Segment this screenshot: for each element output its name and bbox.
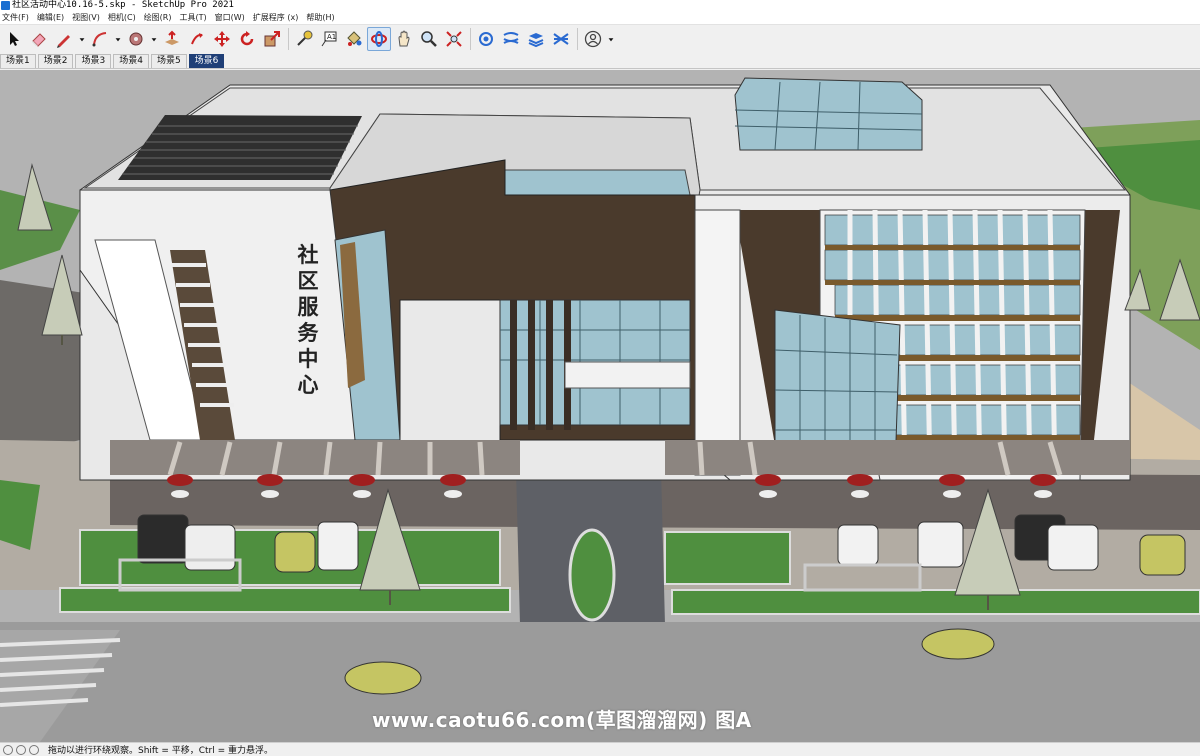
sign-char: 社: [297, 242, 319, 267]
text-icon: A1: [321, 31, 337, 47]
dropdown-arrow-icon: [115, 38, 121, 42]
menu-help[interactable]: 帮助(H): [304, 11, 340, 25]
orbit-tool-button[interactable]: [367, 27, 391, 51]
sign-char: 区: [297, 268, 319, 293]
shapes-icon: [129, 32, 143, 46]
status-icons: [3, 744, 42, 755]
watermark-text: www.caotu66.com(草图溜溜网) 图A: [372, 708, 752, 732]
menu-draw[interactable]: 绘图(R): [142, 11, 178, 25]
eraser-icon: [32, 33, 46, 47]
move-tool-button[interactable]: [210, 27, 234, 51]
toolbar-separator: [288, 28, 289, 50]
menu-tools[interactable]: 工具(T): [178, 11, 213, 25]
scene-tab-5[interactable]: 场景5: [150, 54, 187, 68]
main-toolbar: A1: [0, 25, 1200, 53]
zoom-extents-icon: [446, 31, 462, 47]
select-tool-button[interactable]: [2, 27, 26, 51]
menu-bar: 文件(F) 编辑(E) 视图(V) 相机(C) 绘图(R) 工具(T) 窗口(W…: [0, 11, 1200, 25]
toolbar-separator: [577, 28, 578, 50]
status-bar: 拖动以进行环绕观察。Shift = 平移，Ctrl = 重力悬浮。: [0, 742, 1200, 756]
arc-icon: [92, 32, 107, 47]
user-icon[interactable]: [29, 744, 39, 755]
scene-tab-6[interactable]: 场景6: [188, 54, 225, 68]
account-dropdown[interactable]: [606, 27, 616, 51]
push-pull-tool-button[interactable]: [160, 27, 184, 51]
extension-manager-button[interactable]: [549, 27, 573, 51]
building-model-render: [0, 70, 1200, 742]
scene-tabs: 场景1 场景2 场景3 场景4 场景5 场景6: [0, 53, 1200, 69]
scale-icon: [264, 31, 280, 47]
menu-file[interactable]: 文件(F): [0, 11, 35, 25]
move-icon: [214, 31, 230, 47]
select-arrow-icon: [10, 32, 19, 46]
menu-edit[interactable]: 编辑(E): [35, 11, 70, 25]
sketchup-window: 社区活动中心10.16-5.skp - SketchUp Pro 2021 文件…: [0, 0, 1200, 756]
sign-char: 心: [297, 372, 319, 397]
tape-measure-icon: [297, 30, 313, 46]
credits-icon[interactable]: [16, 744, 26, 755]
pan-icon: [398, 30, 410, 47]
account-button[interactable]: [581, 27, 605, 51]
warehouse-icon: [479, 32, 493, 46]
title-bar: 社区活动中心10.16-5.skp - SketchUp Pro 2021: [0, 0, 1200, 11]
toolbar-separator: [470, 28, 471, 50]
menu-window[interactable]: 窗口(W): [213, 11, 251, 25]
shapes-tool-button[interactable]: [124, 27, 148, 51]
scene-tab-4[interactable]: 场景4: [113, 54, 149, 68]
line-dropdown[interactable]: [77, 27, 87, 51]
menu-view[interactable]: 视图(V): [70, 11, 106, 25]
sign-char: 中: [297, 346, 319, 371]
sketchup-app-icon: [1, 1, 10, 10]
layout-button[interactable]: [524, 27, 548, 51]
pencil-line-icon: [57, 35, 70, 48]
extension-icon: [503, 32, 519, 44]
arc-dropdown[interactable]: [113, 27, 123, 51]
dropdown-arrow-icon: [608, 38, 614, 42]
window-title: 社区活动中心10.16-5.skp - SketchUp Pro 2021: [12, 0, 234, 10]
menu-camera[interactable]: 相机(C): [106, 11, 142, 25]
tape-measure-tool-button[interactable]: [292, 27, 316, 51]
layers-icon: [528, 33, 544, 48]
zoom-tool-button[interactable]: [417, 27, 441, 51]
shapes-dropdown[interactable]: [149, 27, 159, 51]
line-tool-button[interactable]: [52, 27, 76, 51]
dropdown-arrow-icon: [79, 38, 85, 42]
zoom-extents-tool-button[interactable]: [442, 27, 466, 51]
follow-me-tool-button[interactable]: [185, 27, 209, 51]
dropdown-arrow-icon: [151, 38, 157, 42]
extension-warehouse-button[interactable]: [499, 27, 523, 51]
zoom-icon: [421, 31, 437, 47]
move-icon: [191, 33, 203, 45]
scale-tool-button[interactable]: [260, 27, 284, 51]
status-hint: 拖动以进行环绕观察。Shift = 平移，Ctrl = 重力悬浮。: [48, 746, 273, 756]
sign-char: 服: [297, 294, 319, 319]
model-viewport[interactable]: 社 区 服 务 中 心 www.caotu66.com(草图溜溜网) 图A: [0, 70, 1200, 742]
scene-tab-1[interactable]: 场景1: [0, 54, 36, 68]
arc-tool-button[interactable]: [88, 27, 112, 51]
scene-tab-3[interactable]: 场景3: [75, 54, 112, 68]
geo-location-icon[interactable]: [3, 744, 13, 755]
menu-extensions[interactable]: 扩展程序 (x): [251, 11, 305, 25]
scene-tab-2[interactable]: 场景2: [37, 54, 74, 68]
text-tool-button[interactable]: A1: [317, 27, 341, 51]
svg-text:A1: A1: [327, 33, 336, 41]
pan-tool-button[interactable]: [392, 27, 416, 51]
orbit-icon: [371, 31, 387, 47]
eraser-tool-button[interactable]: [27, 27, 51, 51]
rotate-tool-button[interactable]: [235, 27, 259, 51]
account-icon: [584, 30, 602, 48]
sign-char: 务: [297, 320, 319, 345]
rotate-icon: [240, 31, 254, 46]
paint-bucket-icon: [347, 31, 362, 46]
3d-warehouse-button[interactable]: [474, 27, 498, 51]
paint-bucket-tool-button[interactable]: [342, 27, 366, 51]
sandbox-icon: [553, 33, 569, 45]
building-sign: 社 区 服 务 中 心: [288, 242, 328, 398]
push-pull-icon: [165, 30, 179, 45]
